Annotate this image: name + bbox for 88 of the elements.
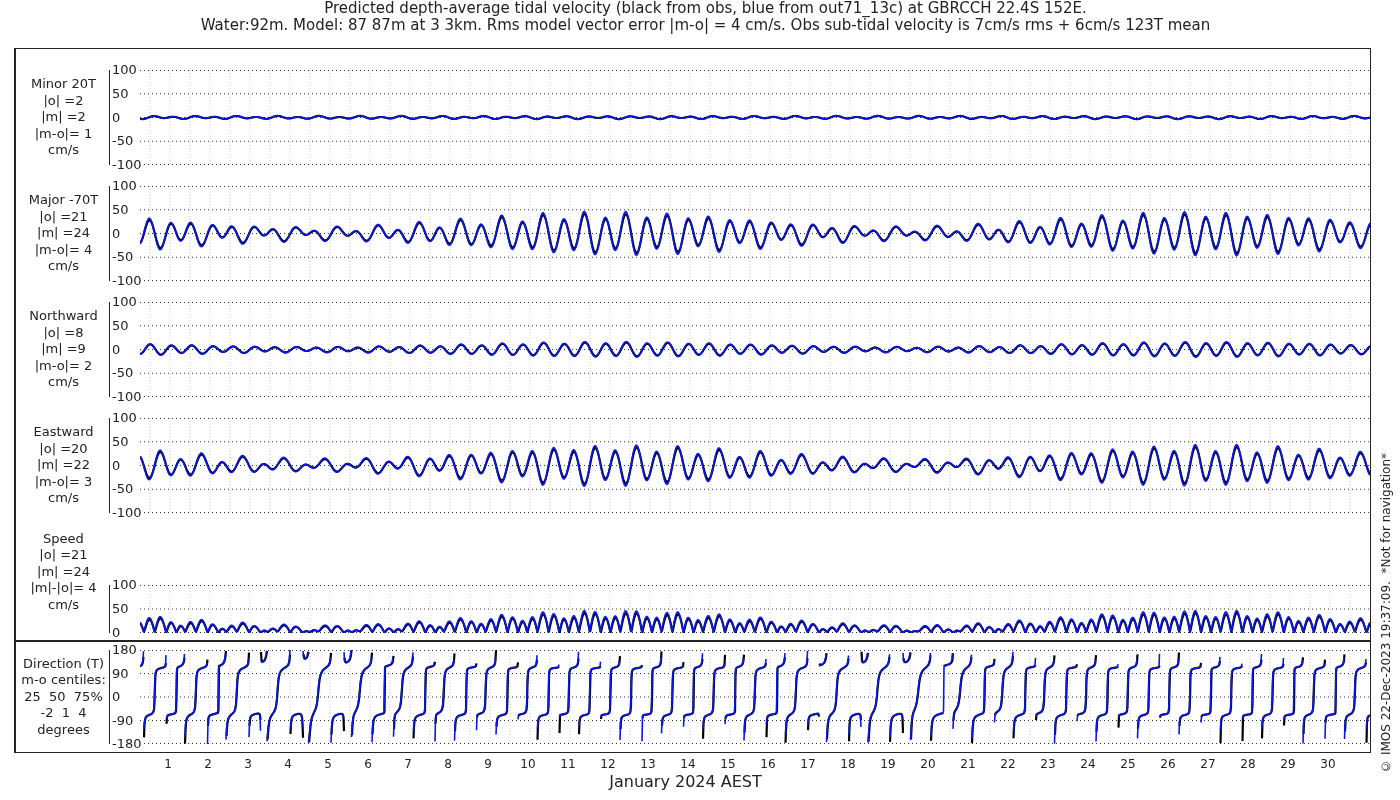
y-tick-label: -100 — [110, 158, 142, 172]
y-tick-label: 50 — [110, 202, 129, 217]
y-tick-label: 50 — [110, 86, 129, 101]
panel-label: |m-o|= 1 — [34, 125, 93, 143]
panel-label: Direction (T) — [23, 656, 104, 673]
panel-label: |m| =9 — [41, 341, 86, 358]
y-tick-label: 180 — [110, 643, 137, 657]
panel-label: cm/s — [48, 374, 79, 391]
y-tick-label: 0 — [110, 110, 121, 125]
y-tick-label: 100 — [110, 63, 137, 77]
day-label: 27 — [1199, 757, 1217, 771]
y-tick-label: 50 — [110, 602, 129, 616]
panel-label: Minor 20T — [31, 76, 96, 93]
y-tick-label: 100 — [110, 179, 137, 193]
day-label: 15 — [719, 757, 737, 771]
y-tick-label: 0 — [110, 342, 121, 357]
day-label: 9 — [483, 757, 493, 771]
panel-label: |m-o|= 4 — [34, 241, 93, 259]
panel-label: |m-o|= 3 — [34, 473, 93, 491]
day-label: 3 — [243, 757, 253, 771]
panel-label: cm/s — [48, 258, 79, 275]
chart-title: Predicted depth-average tidal velocity (black from obs, blue from out71_13c) at GBRCCH 22.4S 152E. — [324, 0, 1087, 17]
panel-label: -2 1 4 — [40, 705, 87, 722]
y-tick-label: 100 — [110, 578, 137, 592]
day-label: 26 — [1159, 757, 1177, 771]
panel-label: cm/s — [48, 490, 79, 507]
y-tick-label: 50 — [110, 434, 129, 449]
day-label: 17 — [799, 757, 817, 771]
panel-label: Major -70T — [28, 192, 99, 209]
day-label: 5 — [323, 757, 333, 771]
day-label: 16 — [759, 757, 777, 771]
panel-label: |m-o|= 2 — [34, 357, 93, 375]
y-tick-label: 100 — [110, 411, 137, 425]
day-label: 2 — [203, 757, 213, 771]
y-tick-label: 0 — [110, 226, 121, 241]
panel-label: |m| =2 — [41, 109, 86, 126]
day-label: 28 — [1239, 757, 1257, 771]
day-label: 19 — [879, 757, 897, 771]
day-label: 11 — [559, 757, 577, 771]
day-label: 24 — [1079, 757, 1097, 771]
day-label: 13 — [639, 757, 657, 771]
day-label: 1 — [163, 757, 173, 771]
day-label: 22 — [999, 757, 1017, 771]
day-label: 6 — [363, 757, 373, 771]
panel-label: |m| =24 — [37, 225, 90, 242]
panel-label: 25 50 75% — [24, 688, 103, 706]
panel-label: cm/s — [48, 596, 79, 613]
y-tick-label: -100 — [110, 506, 142, 520]
panel-label: |o| =21 — [39, 208, 88, 226]
axis-title: January 2024 AEST — [609, 772, 762, 791]
day-label: 21 — [959, 757, 977, 771]
y-tick-label: 90 — [110, 666, 129, 681]
day-label: 10 — [519, 757, 537, 771]
y-tick-label: -90 — [110, 713, 134, 728]
y-tick-label: 50 — [110, 318, 129, 333]
chart-title: Water:92m. Model: 87 87m at 3 3km. Rms model vector error |m-o| = 4 cm/s. Obs sub-tidal velocity is 7cm/s rms + 6cm/s 123T mean — [200, 17, 1211, 34]
panel-label: Eastward — [33, 424, 94, 441]
day-label: 4 — [283, 757, 293, 771]
day-label: 12 — [599, 757, 617, 771]
day-label: 29 — [1279, 757, 1297, 771]
panel-label: |o| =20 — [39, 440, 88, 458]
day-label: 18 — [839, 757, 857, 771]
day-label: 14 — [679, 757, 697, 771]
y-tick-label: -100 — [110, 274, 142, 288]
y-tick-label: 0 — [110, 458, 121, 473]
panel-label: |m| =22 — [37, 457, 90, 474]
y-tick-label: 100 — [110, 295, 137, 309]
y-tick-label: -100 — [110, 390, 142, 404]
y-tick-label: 0 — [110, 690, 121, 704]
day-label: 8 — [443, 757, 453, 771]
y-tick-label: -180 — [110, 737, 142, 751]
panel-label: cm/s — [48, 142, 79, 159]
day-label: 30 — [1319, 757, 1337, 771]
panel-label: m-o centiles: — [21, 672, 106, 689]
panel-label: |o| =2 — [43, 92, 84, 110]
day-label: 7 — [403, 757, 413, 771]
panel-label: Speed — [43, 530, 84, 548]
day-label: 20 — [919, 757, 937, 771]
day-label: 23 — [1039, 757, 1057, 771]
panel-label: degrees — [37, 721, 90, 738]
panel-label: |m| =24 — [37, 563, 90, 581]
credit-text: © IMOS 22-Dec-2023 19:37:09. *Not for navigation* — [1379, 453, 1393, 773]
y-tick-label: 0 — [110, 626, 121, 640]
panel-label: |o| =21 — [39, 547, 88, 564]
day-label: 25 — [1119, 757, 1137, 771]
panel-label: |o| =8 — [43, 324, 84, 342]
panel-label: Northward — [29, 308, 98, 325]
panel-label: |m|-|o|= 4 — [30, 580, 97, 597]
